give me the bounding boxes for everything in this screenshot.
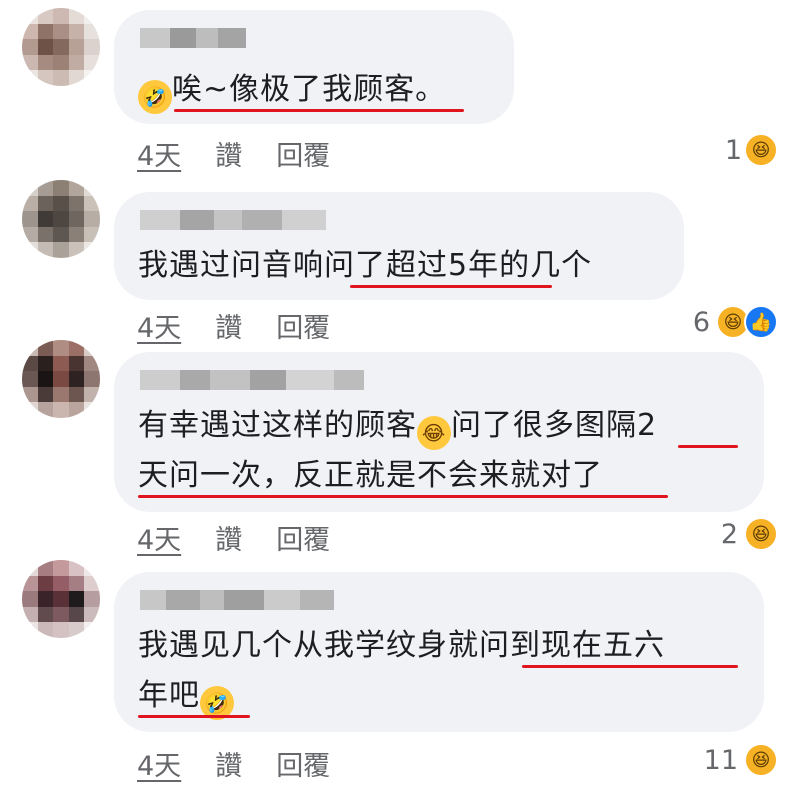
like-button[interactable]: 讚	[215, 744, 242, 783]
blurred-author-name	[140, 590, 334, 610]
reaction-summary[interactable]: 2 😆	[721, 517, 778, 551]
reaction-count: 2	[720, 518, 738, 550]
avatar[interactable]	[22, 560, 100, 638]
like-button[interactable]: 讚	[215, 518, 242, 557]
comment-1: 🤣 唉~像极了我顾客。 4天 讚 回覆 1 😆	[0, 0, 800, 173]
highlight-underline	[678, 445, 738, 448]
reply-button[interactable]: 回覆	[276, 134, 330, 173]
comment-bubble: 🤣 唉~像极了我顾客。	[114, 10, 514, 124]
comment-3: 有幸遇过这样的顾客 😂 问了很多图隔2 天问一次，反正就是不会来就对了 4天 讚 回…	[0, 340, 800, 560]
rofl-emoji-icon: 🤣	[138, 80, 172, 114]
haha-reaction-icon: 😆	[744, 517, 778, 551]
timestamp-link[interactable]: 4天	[137, 518, 181, 557]
avatar[interactable]	[22, 180, 100, 258]
reaction-summary[interactable]: 1 😆	[725, 133, 778, 167]
reaction-summary[interactable]: 11 😆	[704, 743, 778, 777]
blurred-author-name	[140, 210, 326, 230]
like-reaction-icon: 👍	[744, 305, 778, 339]
highlight-underline	[138, 715, 250, 718]
comment-bubble: 有幸遇过这样的顾客 😂 问了很多图隔2 天问一次，反正就是不会来就对了	[114, 352, 764, 512]
reaction-count: 6	[692, 306, 710, 338]
comment-bubble: 我遇见几个从我学纹身就问到现在五六 年吧 🤣	[114, 572, 764, 732]
avatar[interactable]	[22, 8, 100, 86]
reaction-count: 1	[724, 134, 742, 166]
comment-bubble: 我遇过问音响问了超过5年的几个	[114, 192, 684, 300]
comment-actions: 4天 讚 回覆	[137, 744, 330, 783]
haha-reaction-icon: 😆	[744, 133, 778, 167]
timestamp-link[interactable]: 4天	[137, 744, 181, 783]
reaction-summary[interactable]: 6 😆 👍	[693, 305, 778, 339]
comment-actions: 4天 讚 回覆	[137, 518, 330, 557]
highlight-underline	[522, 665, 738, 668]
blurred-author-name	[140, 28, 246, 48]
highlight-underline	[138, 495, 668, 498]
reply-button[interactable]: 回覆	[276, 518, 330, 557]
avatar[interactable]	[22, 340, 100, 418]
comment-4: 我遇见几个从我学纹身就问到现在五六 年吧 🤣 4天 讚 回覆 11 😆	[0, 560, 800, 787]
highlight-underline	[174, 109, 464, 112]
highlight-underline	[350, 285, 552, 288]
reaction-count: 11	[703, 744, 738, 776]
timestamp-link[interactable]: 4天	[137, 134, 181, 173]
comment-text-line-1: 有幸遇过这样的顾客 😂 问了很多图隔2	[138, 400, 657, 452]
blurred-author-name	[140, 370, 364, 390]
haha-reaction-icon: 😆	[744, 743, 778, 777]
comment-actions: 4天 讚 回覆	[137, 134, 330, 173]
comment-2: 我遇过问音响问了超过5年的几个 4天 讚 回覆 6 😆 👍	[0, 170, 800, 344]
like-button[interactable]: 讚	[215, 134, 242, 173]
reply-button[interactable]: 回覆	[276, 744, 330, 783]
joy-emoji-icon: 😂	[417, 416, 451, 450]
